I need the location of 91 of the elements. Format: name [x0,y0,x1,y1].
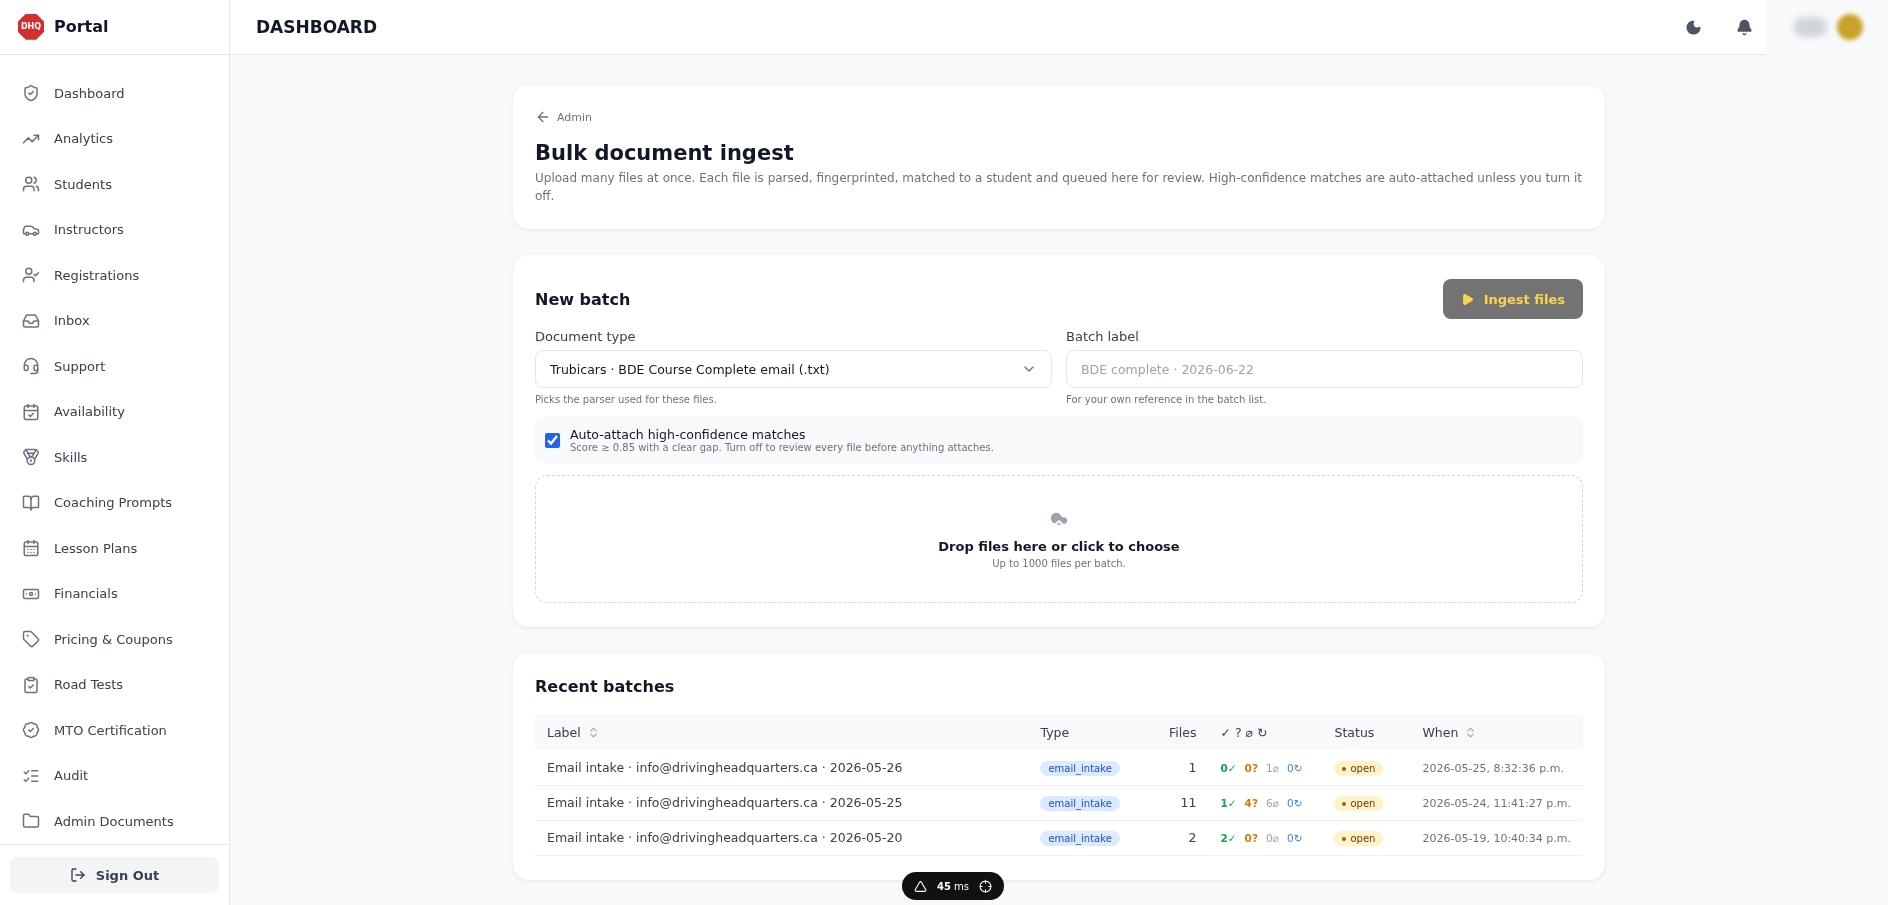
field-hint: Picks the parser used for these files. [535,394,718,405]
sidebar-item[interactable]: Admin Documents [22,798,215,844]
timestamp: 2026-05-25, 8:32:36 p.m. [1422,761,1564,775]
type-tag: email_intake [1040,831,1120,846]
sidebar-item[interactable]: Availability [22,389,215,435]
sidebar-item[interactable]: Lesson Plans [22,525,215,571]
stat-count: 6⌀ [1266,797,1279,809]
timestamp: 2026-05-24, 11:41:27 p.m. [1422,797,1571,810]
stat-count: 0↻ [1287,832,1303,844]
status-tag: open [1334,761,1384,776]
medal-icon [22,448,40,467]
field-hint: For your own reference in the batch list. [1066,394,1268,405]
shield-icon [22,84,40,103]
stat-count: 1✓ [1220,797,1237,809]
sidebar-item[interactable]: MTO Certification [22,707,215,753]
column-header: Files [1138,714,1209,750]
table-cell: Email intake · info@drivingheadquarters.ca · 2026-05-20 [535,820,1029,855]
sidebar-item[interactable]: Audit [22,753,215,799]
tag-icon [22,630,40,649]
sidebar-item[interactable]: Registrations [22,252,215,298]
stat-count: 0⌀ [1266,832,1279,844]
column-header[interactable]: When [1410,714,1583,750]
table-cell: Email intake · info@drivingheadquarters.ca · 2026-05-25 [535,785,1029,820]
batch-label-input[interactable]: BDE complete · 2026-06-22 [1066,350,1583,388]
stat-count: 0↻ [1287,761,1303,774]
column-header[interactable]: Label [535,714,1029,750]
calendar-check-icon [22,402,40,421]
moon-icon[interactable] [1685,18,1702,36]
stat-count: 1⌀ [1266,761,1279,774]
sidebar-item[interactable]: Instructors [22,207,215,253]
document-type-select[interactable]: Trubicars · BDE Course Complete email (.txt) [535,350,1052,388]
field-label: Batch label [1066,329,1140,344]
section-title: Bulk document ingest [535,141,795,165]
dropzone-title: Drop files here or click to choose [938,539,1180,554]
dropzone-hint: Up to 1000 files per batch. [992,558,1126,569]
sidebar-item[interactable]: Skills [22,434,215,480]
sign-out-button[interactable]: Sign Out [10,857,219,893]
sidebar-item[interactable]: Financials [22,571,215,617]
timestamp: 2026-05-19, 10:40:34 p.m. [1422,832,1571,845]
calendar-icon [22,539,40,558]
sidebar-item[interactable]: Pricing & Coupons [22,616,215,662]
book-icon [22,493,40,512]
type-tag: email_intake [1040,796,1120,811]
stat-count: 4? [1244,797,1258,809]
stat-count: 0? [1244,832,1258,844]
auto-attach-checkbox[interactable] [545,432,560,448]
option-label: Auto-attach high-confidence matches [570,427,807,442]
bell-icon[interactable] [1736,18,1753,36]
brand-name: Portal [54,17,109,37]
card-title: New batch [535,289,631,309]
type-tag: email_intake [1040,760,1120,776]
stat-count: 0? [1244,761,1258,774]
sidebar-item[interactable]: Analytics [22,116,215,162]
headset-icon [22,357,40,376]
blurred-name [1793,17,1827,37]
folder-icon [22,812,40,831]
badge-icon [22,721,40,740]
inbox-icon [22,311,40,330]
description: Upload many files at once. Each file is parsed, fingerprinted, matched to a student and queued here for review. High-confidence matches are auto-attached unless you turn it off. [535,170,1583,205]
logo: DHQ [18,13,44,40]
page-title: DASHBOARD [256,17,379,37]
sidebar-item[interactable]: Support [22,343,215,389]
column-header: Type [1028,714,1139,750]
stat-count: 0✓ [1220,761,1237,774]
column-header: ✓ ? ⌀ ↻ [1208,714,1323,750]
field-label: Document type [535,329,637,344]
table-cell: 2 [1138,820,1209,855]
status-tag: open [1334,796,1384,812]
sidebar-item[interactable]: Road Tests [22,662,215,708]
table-cell: Email intake · info@drivingheadquarters.ca · 2026-05-26 [535,750,1029,785]
option-hint: Score ≥ 0.85 with a clear gap. Turn off to review every file before anything attaches. [570,442,994,453]
sidebar-item[interactable]: Dashboard [22,70,215,116]
user-check-icon [22,266,40,285]
crosshair-icon[interactable] [979,879,993,893]
table-cell: 11 [1138,785,1209,820]
sidebar-item[interactable]: Inbox [22,298,215,344]
sidebar-item[interactable]: Students [22,161,215,207]
logout-icon [69,867,86,883]
latency-value: 45 ms [937,880,970,892]
stat-count: 0↻ [1287,797,1303,809]
dropzone[interactable]: Drop files here or click to choose Up to 1000 files per batch. [535,475,1583,603]
table-cell: 1 [1138,750,1209,785]
clipboard-icon [22,675,40,694]
back-link[interactable]: Admin [535,109,593,125]
sidebar-item[interactable]: Coaching Prompts [22,480,215,526]
card-title: Recent batches [535,677,676,696]
play-icon [1460,292,1474,306]
status-tag: open [1334,831,1384,847]
stat-count: 2✓ [1220,832,1237,844]
column-header: Status [1322,714,1411,750]
users-icon [22,175,40,194]
